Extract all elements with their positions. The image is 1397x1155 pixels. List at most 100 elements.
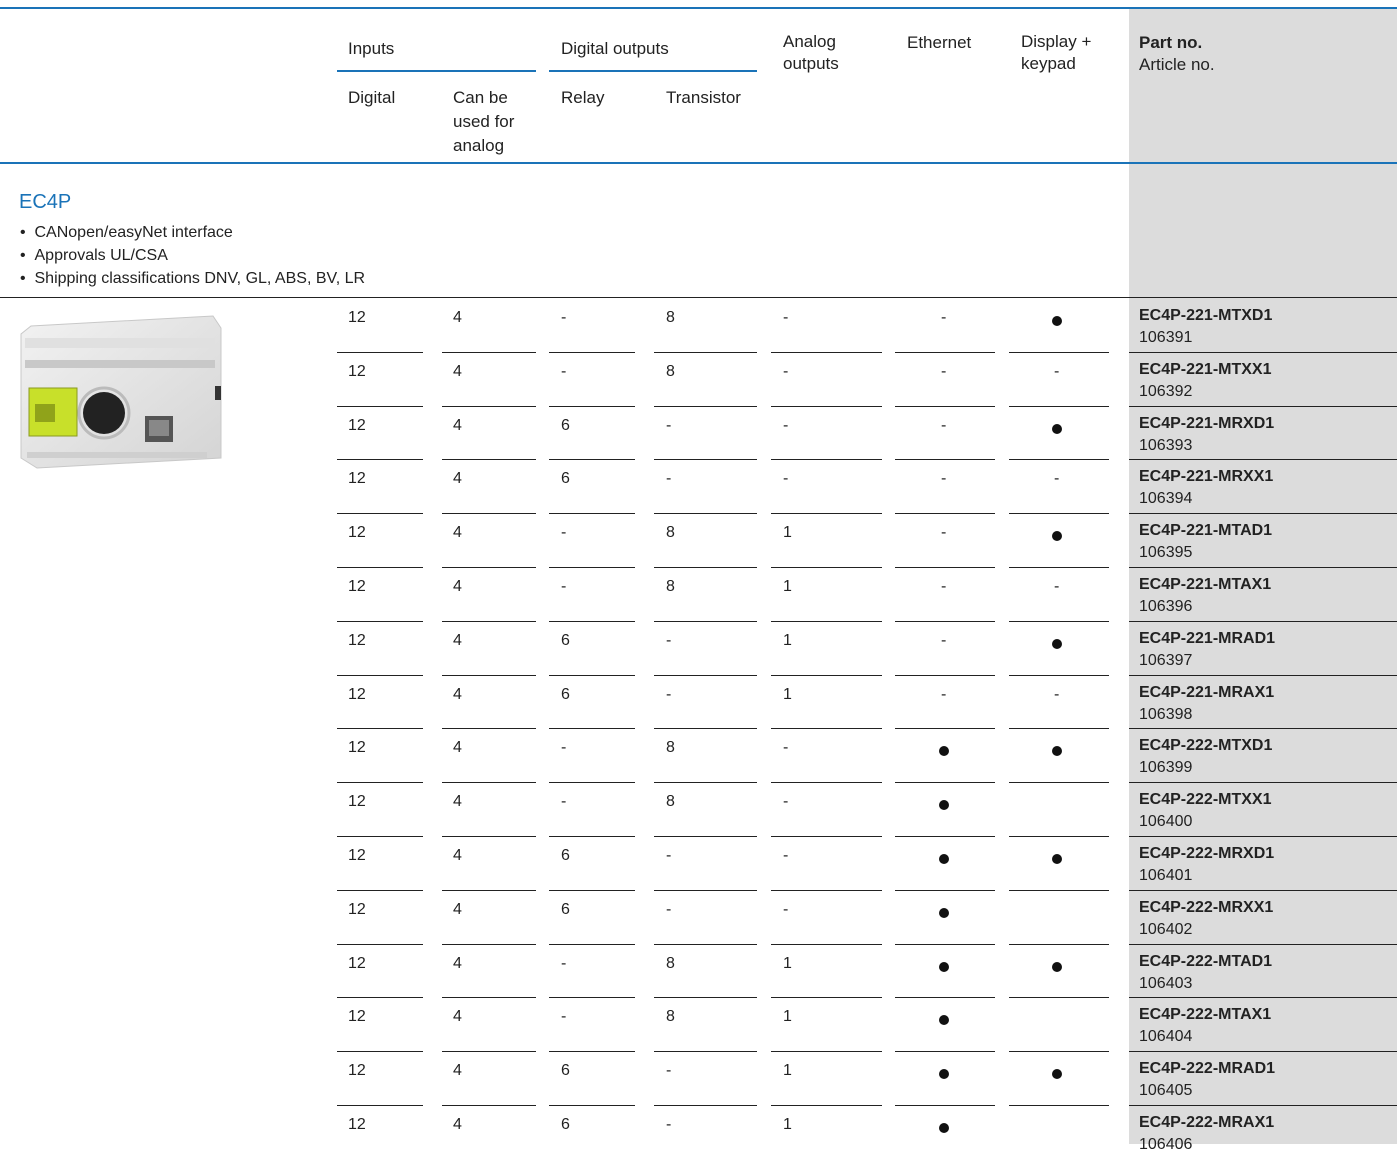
cell-ethernet: - [941,578,947,595]
feature-dot-icon [1052,850,1062,870]
bullet-dot-icon [939,854,949,864]
feature-dot-icon [939,904,949,924]
row-divider [1009,567,1109,568]
cell-digital: 12 [348,685,366,703]
row-divider [654,728,757,730]
cell-relay: 6 [561,1116,570,1133]
bullet-dot-icon [1052,423,1062,434]
feature-dot-icon [1052,527,1062,547]
article-number: 106405 [1139,1082,1193,1100]
cell-display: - [1054,578,1060,595]
article-number: 106403 [1139,974,1193,992]
bullet-dot-icon [939,1069,949,1080]
row-divider [1129,674,1397,676]
row-divider [1129,1051,1397,1053]
row-divider [1009,351,1109,353]
article-number: 106406 [1139,1136,1193,1153]
part-number: EC4P-221-MTXD1 [1139,307,1273,324]
row-divider [442,405,536,407]
cell-display: - [1054,470,1060,488]
row-divider [895,728,995,730]
cell-analog-out: 1 [783,1008,792,1026]
cell-digital: 12 [348,1008,366,1026]
row-divider [337,351,423,353]
bullet-dot-icon [939,1015,949,1026]
row-divider [654,1105,757,1106]
article-number: 106400 [1139,813,1193,831]
cell-ethernet: - [941,685,947,703]
bullet-dot-icon [1052,638,1062,649]
row-divider [771,1051,882,1053]
row-divider [337,620,423,622]
cell-display: - [1054,362,1060,380]
cell-analog-out: - [783,739,789,757]
cell-relay: 6 [561,631,570,649]
row-divider [442,513,536,515]
section-rule [0,297,1397,298]
row-divider [771,889,882,891]
cell-digital: 12 [348,900,366,918]
header-display-keypad: Display + keypad [1021,32,1092,73]
row-divider [442,1105,536,1106]
cell-transistor: 8 [666,578,675,595]
cell-digital: 12 [348,362,366,380]
cell-analog-out: 1 [783,524,792,542]
cell-analog-in: 4 [453,1062,462,1080]
row-divider [1009,782,1109,784]
cell-ethernet: - [941,470,947,488]
article-number: 106396 [1139,598,1193,615]
bullet-item: • Approvals UL/CSA [20,247,168,264]
row-divider [1009,997,1109,999]
bullet-dot-icon [939,961,949,972]
row-divider [442,728,536,730]
row-divider [549,836,635,837]
row-divider [654,620,757,622]
row-divider [771,459,882,461]
row-divider [771,620,882,622]
row-divider [771,351,882,353]
cell-relay: - [561,362,567,380]
row-divider [1009,943,1109,945]
cell-relay: - [561,1008,567,1026]
row-divider [895,459,995,461]
row-divider [654,782,757,784]
cell-relay: - [561,954,567,972]
part-number: EC4P-221-MRXD1 [1139,414,1275,432]
feature-dot-icon [939,850,949,870]
row-divider [549,1051,635,1053]
row-divider [337,674,423,676]
cell-transistor: 8 [666,524,675,542]
row-divider [549,889,635,891]
cell-digital: 12 [348,793,366,811]
cell-digital: 12 [348,524,366,542]
cell-ethernet: - [941,362,947,380]
cell-transistor: 8 [666,309,675,326]
row-divider [442,889,536,891]
row-divider [1129,513,1397,515]
row-divider [549,997,635,999]
cell-transistor: 8 [666,362,675,380]
part-number: EC4P-221-MTAD1 [1139,522,1273,540]
cell-analog-in: 4 [453,470,462,488]
row-divider [1009,728,1109,730]
article-number: 106395 [1139,544,1193,562]
cell-analog-out: - [783,793,789,811]
cell-digital: 12 [348,1116,366,1133]
cell-analog-in: 4 [453,416,462,434]
part-number: EC4P-222-MTXX1 [1139,791,1272,809]
row-divider [1009,836,1109,837]
row-divider [1129,405,1397,407]
cell-analog-out: 1 [783,685,792,703]
cell-relay: 6 [561,416,570,434]
article-number: 106402 [1139,920,1193,938]
cell-analog-out: - [783,362,789,380]
cell-digital: 12 [348,578,366,595]
row-divider [337,997,423,999]
row-divider [442,997,536,999]
row-divider [771,513,882,515]
row-divider [895,836,995,837]
cell-ethernet: - [941,524,947,542]
row-divider [771,943,882,945]
row-divider [654,1051,757,1053]
row-divider [337,889,423,891]
